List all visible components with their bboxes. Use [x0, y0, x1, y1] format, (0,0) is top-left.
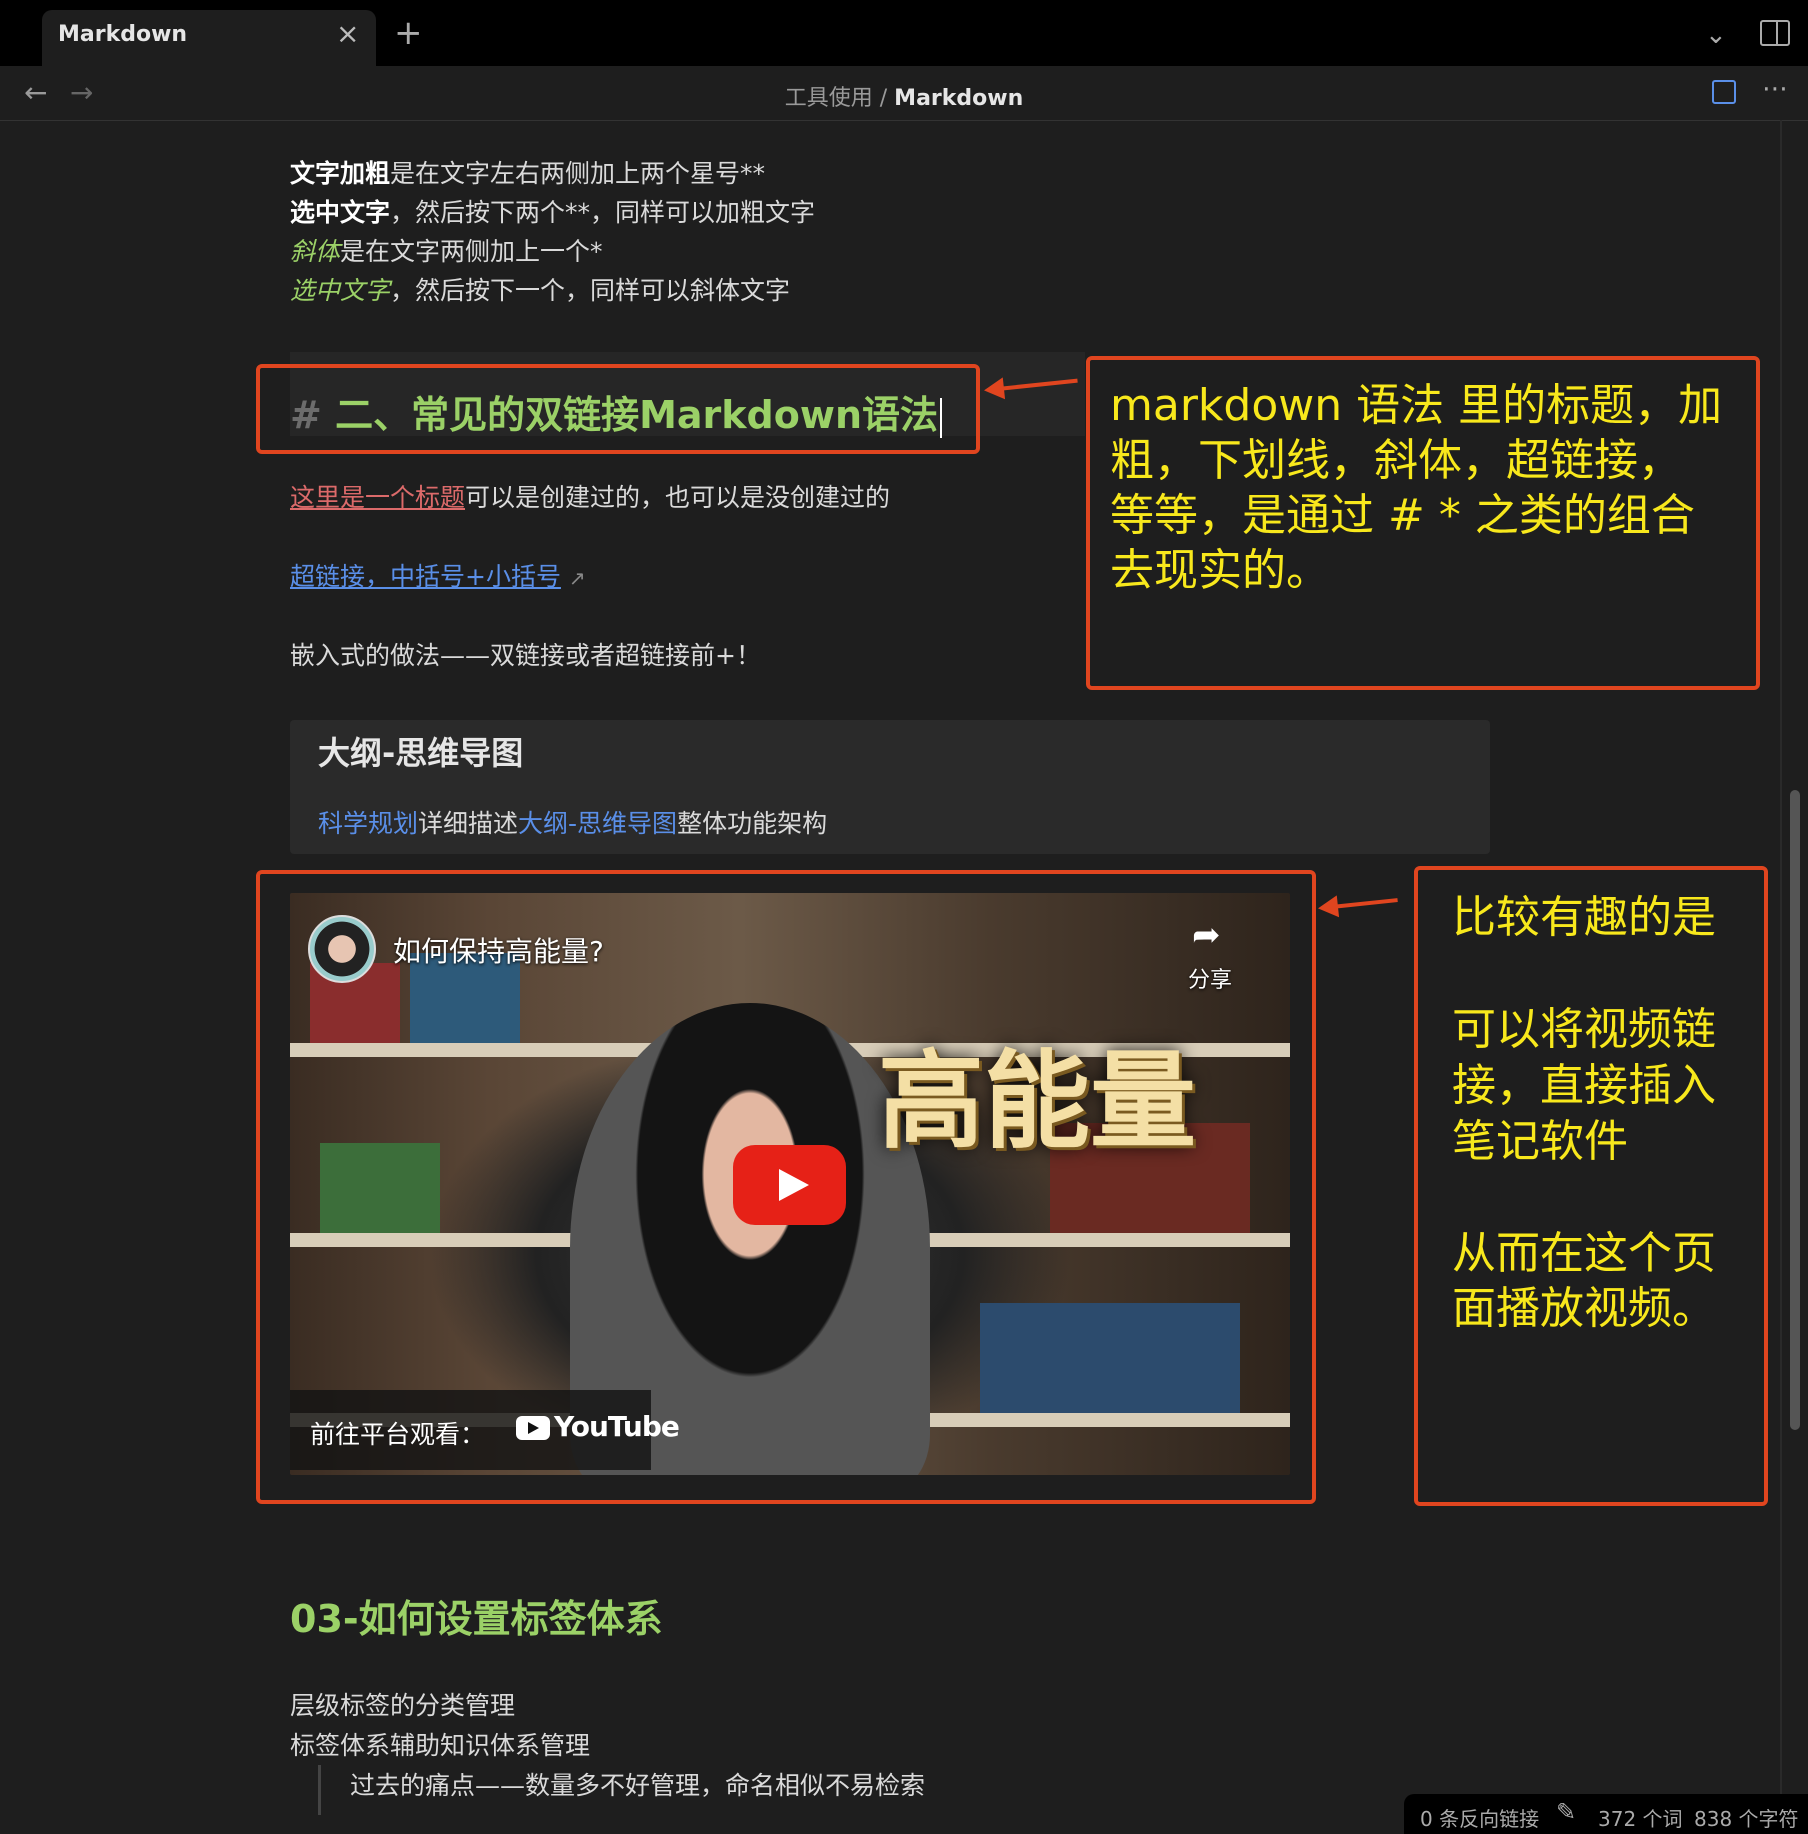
internal-link[interactable]: 科学规划 — [318, 809, 418, 838]
unresolved-wikilink[interactable]: 这里是一个标题 — [290, 483, 465, 512]
text: 详细描述 — [418, 809, 519, 838]
italic-text: 斜体 — [290, 237, 341, 266]
breadcrumb-parent[interactable]: 工具使用 — [785, 86, 873, 111]
annotation-line: 接，直接插入 — [1452, 1059, 1716, 1111]
text-line: 标签体系辅助知识体系管理 — [290, 1731, 591, 1760]
more-options-icon[interactable]: ⋯ — [1762, 74, 1789, 104]
tab-title[interactable]: Markdown — [58, 22, 187, 47]
text-line: 文字加粗是在文字左右两侧加上两个星号** — [290, 154, 765, 190]
text: ，然后按下一个，同样可以斜体文字 — [390, 276, 791, 305]
annotation-line: markdown 语法 里的标题，加 — [1110, 380, 1723, 431]
embed-card-title: 大纲-思维导图 — [318, 734, 524, 772]
annotation-spacer — [1452, 1170, 1716, 1226]
backlinks-count[interactable]: 0 条反向链接 — [1420, 1803, 1539, 1832]
breadcrumb-current: Markdown — [894, 86, 1024, 111]
char-count: 838 个字符 — [1694, 1807, 1799, 1831]
embed-card-text: 科学规划详细描述大纲-思维导图整体功能架构 — [318, 804, 827, 840]
text-line: 选中文字，然后按下一个，同样可以斜体文字 — [290, 271, 790, 307]
annotation-box-heading — [256, 364, 980, 454]
text-line: 层级标签的分类管理 — [290, 1691, 516, 1720]
text-line: 选中文字，然后按下两个**，同样可以加粗文字 — [290, 193, 815, 229]
chevron-down-icon[interactable]: ⌄ — [1705, 20, 1727, 50]
scrollbar-thumb[interactable] — [1790, 790, 1800, 1430]
text: 是在文字两侧加上一个* — [340, 237, 603, 266]
bold-text: 选中文字 — [290, 198, 391, 227]
annotation-video-note: 比较有趣的是 可以将视频链 接，直接插入 笔记软件 从而在这个页 面播放视频。 — [1452, 890, 1716, 1337]
pencil-icon[interactable]: ✎ — [1556, 1798, 1576, 1826]
text: 整体功能架构 — [677, 809, 828, 838]
blockquote-bar — [318, 1765, 321, 1815]
text-line: 这里是一个标题可以是创建过的，也可以是没创建过的 — [290, 478, 890, 514]
heading-3: 03-如何设置标签体系 — [290, 1597, 663, 1641]
text-line: 斜体是在文字两侧加上一个* — [290, 232, 603, 268]
text-line: 嵌入式的做法——双链接或者超链接前+！ — [290, 641, 761, 670]
text: ，然后按下两个**，同样可以加粗文字 — [390, 198, 816, 227]
edit-mode-icon[interactable] — [1712, 80, 1736, 104]
new-tab-icon[interactable]: + — [394, 16, 423, 50]
internal-link[interactable]: 大纲-思维导图 — [518, 809, 677, 838]
annotation-arrow — [1321, 898, 1398, 910]
text-line: 超链接，中括号+小括号 ↗ — [290, 557, 586, 593]
annotation-line: 笔记软件 — [1452, 1115, 1628, 1167]
annotation-syntax-note: markdown 语法 里的标题，加 粗，下划线，斜体，超链接， 等等，是通过 … — [1110, 378, 1722, 598]
text: 是在文字左右两侧加上两个星号** — [390, 159, 766, 188]
italic-text: 选中文字 — [290, 276, 391, 305]
annotation-line: 面播放视频。 — [1452, 1283, 1716, 1335]
word-count: 372 个词 — [1598, 1807, 1683, 1831]
sidebar-toggle-icon[interactable] — [1760, 20, 1790, 46]
breadcrumb: 工具使用 / Markdown — [0, 80, 1808, 112]
annotation-line: 去现实的。 — [1110, 545, 1330, 596]
blockquote-text: 过去的痛点——数量多不好管理，命名相似不易检索 — [350, 1771, 926, 1800]
bold-text: 文字加粗 — [290, 159, 391, 188]
scroll-track — [1780, 120, 1782, 1834]
annotation-line: 粗，下划线，斜体，超链接， — [1110, 435, 1682, 486]
annotation-line: 从而在这个页 — [1452, 1227, 1716, 1279]
annotation-line: 比较有趣的是 — [1452, 892, 1716, 943]
annotation-box-video — [256, 870, 1316, 1504]
text: 可以是创建过的，也可以是没创建过的 — [465, 483, 891, 512]
annotation-line: 可以将视频链 — [1452, 1003, 1716, 1055]
breadcrumb-separator: / — [879, 86, 888, 111]
close-icon[interactable]: × — [336, 20, 359, 48]
annotation-spacer — [1452, 946, 1716, 1002]
hyperlink[interactable]: 超链接，中括号+小括号 — [290, 562, 561, 591]
annotation-line: 等等，是通过 # * 之类的组合 — [1110, 490, 1695, 541]
external-link-icon: ↗ — [568, 566, 586, 590]
